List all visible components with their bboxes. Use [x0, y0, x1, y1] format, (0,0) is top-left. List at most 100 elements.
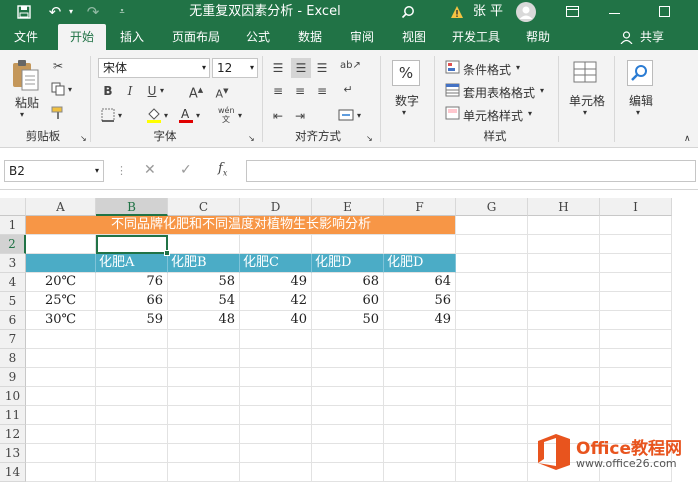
cell-d7[interactable] [240, 330, 312, 349]
cell-a10[interactable] [26, 387, 96, 406]
cell-b8[interactable] [96, 349, 168, 368]
orientation-icon[interactable]: ab↗ [340, 58, 361, 74]
align-center-icon[interactable]: ≡ [292, 83, 308, 99]
increase-indent-icon[interactable]: ⇥ [292, 108, 308, 124]
table-format-dropdown-icon[interactable]: ▾ [540, 86, 544, 95]
cell-g10[interactable] [456, 387, 528, 406]
cell-e6[interactable]: 50 [312, 311, 384, 330]
tab-file[interactable]: 文件 [4, 24, 48, 50]
cell-d12[interactable] [240, 425, 312, 444]
cell-g4[interactable] [456, 273, 528, 292]
cell-i8[interactable] [600, 349, 672, 368]
warning-icon[interactable] [448, 0, 466, 24]
fill-color-icon[interactable] [146, 106, 162, 123]
table-format-button[interactable]: 套用表格格式 [463, 84, 535, 101]
cell-f13[interactable] [384, 444, 456, 463]
cell-h6[interactable] [528, 311, 600, 330]
cells-button[interactable]: 单元格 [566, 92, 608, 109]
cell-e4[interactable]: 68 [312, 273, 384, 292]
cell-i6[interactable] [600, 311, 672, 330]
formula-input[interactable] [246, 160, 696, 182]
cell-a5[interactable]: 25℃ [26, 292, 96, 311]
underline-icon[interactable]: U [144, 83, 160, 99]
phonetic-icon[interactable]: wén 文 [218, 106, 235, 124]
align-middle-icon[interactable]: ☰ [291, 58, 311, 78]
ribbon-display-options-icon[interactable] [562, 0, 582, 24]
cell-a11[interactable] [26, 406, 96, 425]
column-header-f[interactable]: F [384, 198, 456, 216]
cell-f3[interactable]: 化肥D [384, 254, 456, 273]
tab-review[interactable]: 审阅 [340, 24, 384, 50]
number-dropdown-icon[interactable]: ▾ [402, 108, 406, 117]
find-icon[interactable] [627, 60, 653, 86]
font-name-box[interactable]: 宋体 ▾ [98, 58, 210, 78]
cell-a9[interactable] [26, 368, 96, 387]
cell-h9[interactable] [528, 368, 600, 387]
cell-i4[interactable] [600, 273, 672, 292]
cell-d3[interactable]: 化肥C [240, 254, 312, 273]
paste-dropdown-icon[interactable]: ▾ [20, 110, 24, 119]
row-header-3[interactable]: 3 [0, 254, 26, 273]
cell-d14[interactable] [240, 463, 312, 482]
cell-a14[interactable] [26, 463, 96, 482]
cell-h8[interactable] [528, 349, 600, 368]
cell-g3[interactable] [456, 254, 528, 273]
cell-d13[interactable] [240, 444, 312, 463]
border-dropdown-icon[interactable]: ▾ [118, 111, 122, 120]
row-header-8[interactable]: 8 [0, 349, 26, 368]
font-size-dropdown-icon[interactable]: ▾ [250, 59, 254, 77]
cell-i5[interactable] [600, 292, 672, 311]
redo-icon[interactable]: ↷ [82, 0, 104, 24]
select-all-corner[interactable] [0, 198, 26, 216]
decrease-font-icon[interactable]: A▼ [214, 83, 230, 101]
name-box[interactable]: B2 ▾ [4, 160, 104, 182]
cell-g8[interactable] [456, 349, 528, 368]
editing-button[interactable]: 编辑 [626, 92, 656, 109]
cell-a2[interactable] [26, 235, 96, 254]
cell-e5[interactable]: 60 [312, 292, 384, 311]
cell-b3[interactable]: 化肥A [96, 254, 168, 273]
cell-h11[interactable] [528, 406, 600, 425]
maximize-icon[interactable] [654, 0, 674, 24]
cell-e12[interactable] [312, 425, 384, 444]
italic-icon[interactable]: I [122, 83, 138, 99]
cell-a4[interactable]: 20℃ [26, 273, 96, 292]
column-header-d[interactable]: D [240, 198, 312, 216]
merge-center-icon[interactable] [338, 108, 354, 124]
cell-d5[interactable]: 42 [240, 292, 312, 311]
row-header-7[interactable]: 7 [0, 330, 26, 349]
cell-d10[interactable] [240, 387, 312, 406]
cells-dropdown-icon[interactable]: ▾ [583, 108, 587, 117]
cell-f7[interactable] [384, 330, 456, 349]
cell-g11[interactable] [456, 406, 528, 425]
cell-i7[interactable] [600, 330, 672, 349]
cell-h2[interactable] [528, 235, 600, 254]
cell-b7[interactable] [96, 330, 168, 349]
cell-e9[interactable] [312, 368, 384, 387]
conditional-format-icon[interactable] [444, 60, 460, 76]
active-cell-b2[interactable] [96, 235, 168, 254]
align-launcher-icon[interactable]: ↘ [366, 134, 373, 143]
row-header-9[interactable]: 9 [0, 368, 26, 387]
cell-c5[interactable]: 54 [168, 292, 240, 311]
cell-c11[interactable] [168, 406, 240, 425]
undo-icon[interactable]: ↶ [44, 0, 66, 24]
cell-f6[interactable]: 49 [384, 311, 456, 330]
row-header-12[interactable]: 12 [0, 425, 26, 444]
cell-g13[interactable] [456, 444, 528, 463]
tab-home[interactable]: 开始 [58, 24, 106, 50]
cell-e2[interactable] [312, 235, 384, 254]
cell-g6[interactable] [456, 311, 528, 330]
cell-g7[interactable] [456, 330, 528, 349]
save-icon[interactable] [14, 0, 34, 24]
minimize-icon[interactable] [604, 0, 624, 24]
fill-handle[interactable] [164, 250, 170, 256]
cell-e13[interactable] [312, 444, 384, 463]
cell-f10[interactable] [384, 387, 456, 406]
tab-formulas[interactable]: 公式 [236, 24, 280, 50]
row-header-4[interactable]: 4 [0, 273, 26, 292]
tab-insert[interactable]: 插入 [110, 24, 154, 50]
cell-i11[interactable] [600, 406, 672, 425]
cell-b6[interactable]: 59 [96, 311, 168, 330]
cell-c4[interactable]: 58 [168, 273, 240, 292]
